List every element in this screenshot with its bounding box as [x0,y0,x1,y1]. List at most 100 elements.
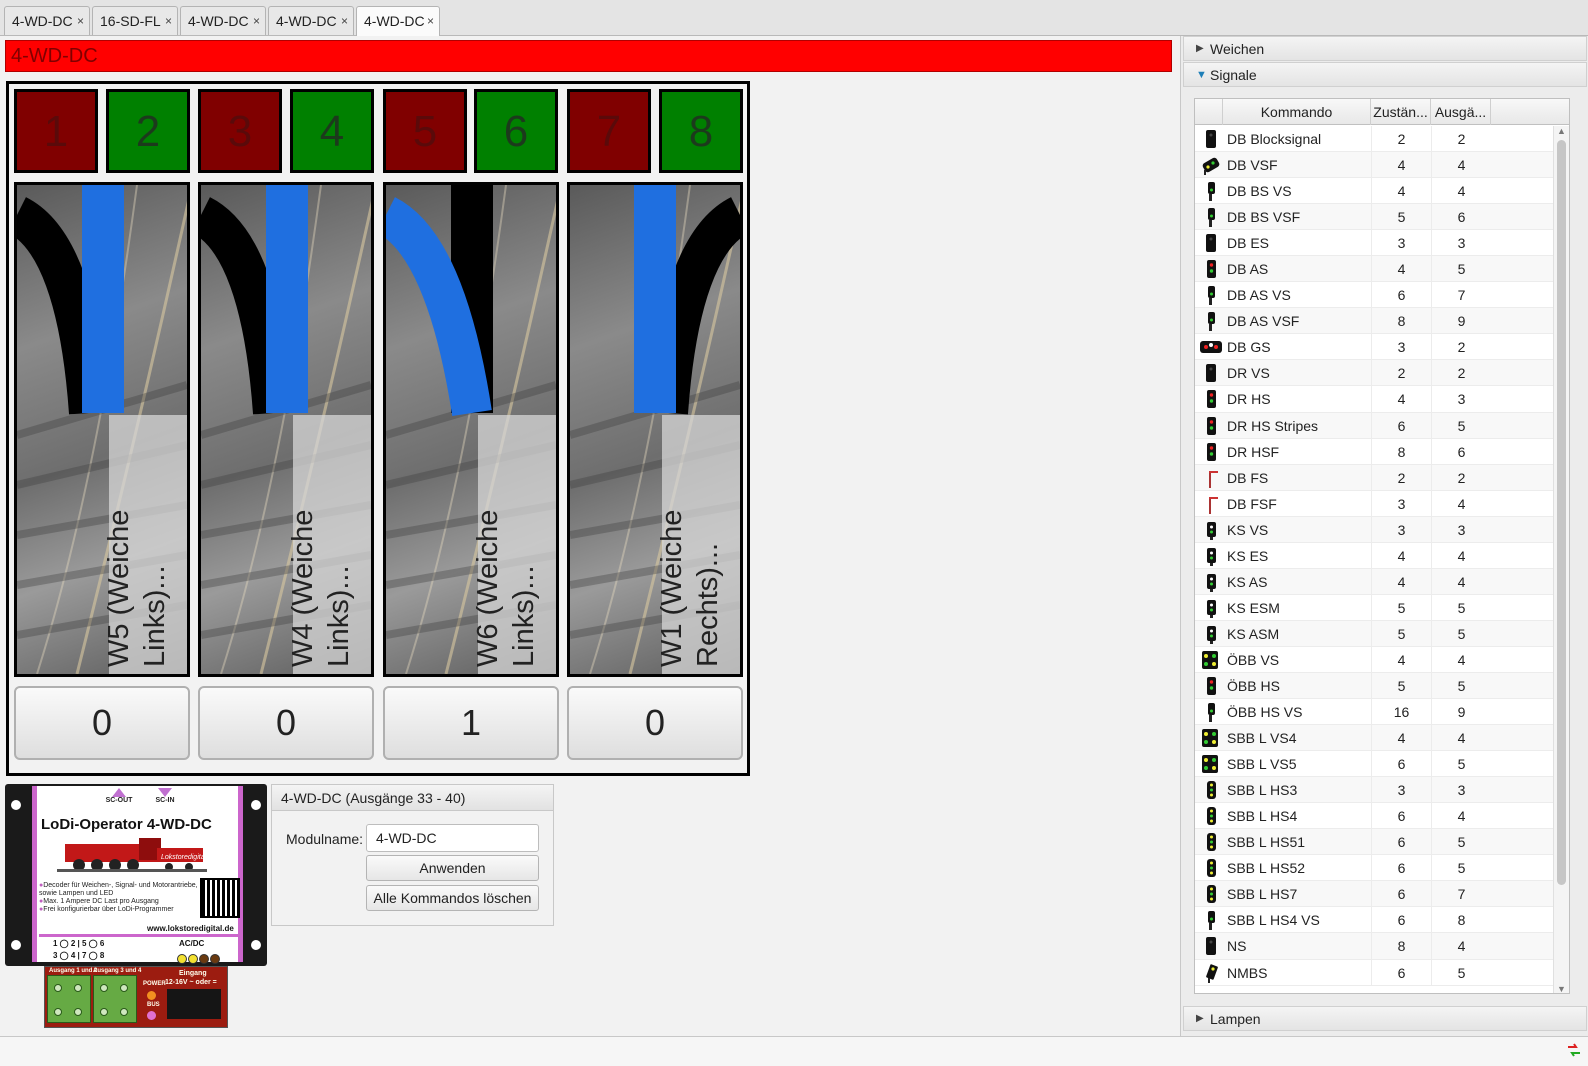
icon-column-header[interactable] [1195,99,1223,125]
table-row[interactable]: ÖBB VS 4 4 [1195,646,1553,673]
tab-16-sd-fl[interactable]: 16-SD-FL × [92,6,178,35]
route-straight-active [266,185,308,413]
table-row[interactable]: DB VSF 4 4 [1195,152,1553,179]
table-row[interactable]: KS VS 3 3 [1195,516,1553,543]
signal-sbb-icon [1207,885,1216,904]
output-status-8[interactable]: 8 [659,89,743,173]
output-status-7[interactable]: 7 [567,89,651,173]
table-row[interactable]: KS ES 4 4 [1195,542,1553,569]
sc-out-connector: SC-OUT [99,788,139,804]
table-row[interactable]: DB FS 2 2 [1195,464,1553,491]
command-name: SBB L VS5 [1227,756,1297,773]
column-zustaende[interactable]: Zustän... [1371,99,1431,125]
table-row[interactable]: DR HS 4 3 [1195,386,1553,413]
table-row[interactable]: SBB L HS4 6 4 [1195,803,1553,830]
close-icon[interactable]: × [341,7,348,35]
turnout-w4-state-button[interactable]: 0 [198,686,374,760]
route-curved [201,197,293,415]
command-states: 2 [1371,360,1431,387]
table-row[interactable]: DR VS 2 2 [1195,360,1553,387]
table-row[interactable]: SBB L VS4 4 4 [1195,725,1553,752]
turnout-w5[interactable]: W5 (Weiche Links)... [14,182,190,677]
command-name: DB BS VSF [1227,209,1301,226]
output-status-1[interactable]: 1 [14,89,98,173]
table-row[interactable]: DB Blocksignal 2 2 [1195,126,1553,153]
accordion-weichen[interactable]: ▶ Weichen [1183,36,1587,61]
scroll-down-icon[interactable]: ▼ [1557,984,1566,993]
tab-4-wd-dc-2[interactable]: 4-WD-DC × [180,6,266,35]
module-settings-panel: 4-WD-DC (Ausgänge 33 - 40) Modulname: 4-… [271,784,554,926]
table-row[interactable]: DB FSF 3 4 [1195,490,1553,517]
close-icon[interactable]: × [427,7,434,35]
table-row[interactable]: DB AS 4 5 [1195,256,1553,283]
turnout-w1[interactable]: W1 (Weiche Rechts)... [567,182,743,677]
close-icon[interactable]: × [77,7,84,35]
table-row[interactable]: DB BS VSF 5 6 [1195,204,1553,231]
signal-command-table: Kommando Zustän... Ausgä... DB Blocksign… [1194,98,1570,994]
delete-all-commands-button[interactable]: Alle Kommandos löschen [366,885,539,911]
command-states: 6 [1371,282,1431,309]
table-row[interactable]: NS 8 4 [1195,933,1553,960]
table-row[interactable]: DB AS VS 6 7 [1195,282,1553,309]
column-kommando[interactable]: Kommando [1223,99,1371,125]
table-row[interactable]: SBB L HS52 6 5 [1195,855,1553,882]
table-scrollbar[interactable]: ▲ ▼ [1553,126,1569,993]
signal-ks-icon [1207,625,1216,644]
command-outputs: 9 [1431,308,1491,335]
command-name: DR VS [1227,365,1270,382]
output-status-4[interactable]: 4 [290,89,374,173]
table-row[interactable]: DB GS 3 2 [1195,334,1553,361]
table-row[interactable]: SBB L VS5 6 5 [1195,751,1553,778]
table-row[interactable]: DR HSF 8 6 [1195,438,1553,465]
turnout-w4[interactable]: W4 (Weiche Links)... [198,182,374,677]
column-ausgaenge[interactable]: Ausgä... [1431,99,1491,125]
tab-4-wd-dc-1[interactable]: 4-WD-DC × [4,6,90,35]
scrollbar-thumb[interactable] [1557,140,1566,885]
turnout-w5-state-button[interactable]: 0 [14,686,190,760]
tab-4-wd-dc-3[interactable]: 4-WD-DC × [268,6,354,35]
signal-small-icon [1208,208,1215,228]
output-status-2[interactable]: 2 [106,89,190,173]
table-row[interactable]: SBB L HS4 VS 6 8 [1195,907,1553,934]
chevron-right-icon: ▶ [1196,43,1204,54]
table-row[interactable]: DB AS VSF 8 9 [1195,308,1553,335]
settings-header: 4-WD-DC (Ausgänge 33 - 40) [272,785,553,811]
table-row[interactable]: SBB L HS7 6 7 [1195,881,1553,908]
command-name: KS ES [1227,547,1269,564]
turnout-w6[interactable]: W6 (Weiche Links)... [383,182,559,677]
table-row[interactable]: DB ES 3 3 [1195,230,1553,257]
command-name: DB AS VSF [1227,313,1300,330]
table-row[interactable]: KS ESM 5 5 [1195,594,1553,621]
turnout-board: 1 2 3 4 5 6 7 8 W5 (Weiche Links)... W4 … [6,81,750,776]
table-row[interactable]: KS ASM 5 5 [1195,620,1553,647]
turnout-diagram [17,185,124,415]
output-status-3[interactable]: 3 [198,89,282,173]
scroll-up-icon[interactable]: ▲ [1557,126,1566,136]
accordion-signale[interactable]: ▼ Signale [1183,62,1587,87]
accordion-lampen[interactable]: ▶ Lampen [1183,1006,1587,1031]
tab-label: 4-WD-DC [12,13,73,29]
table-row[interactable]: ÖBB HS 5 5 [1195,672,1553,700]
command-states: 6 [1371,803,1431,830]
apply-button[interactable]: Anwenden [366,855,539,881]
table-row[interactable]: SBB L HS51 6 5 [1195,829,1553,856]
table-row[interactable]: SBB L HS3 3 3 [1195,777,1553,804]
close-icon[interactable]: × [165,7,172,35]
table-row[interactable]: NMBS 6 5 [1195,959,1553,986]
module-name-input[interactable]: 4-WD-DC [366,824,539,852]
tab-4-wd-dc-active[interactable]: 4-WD-DC × [356,6,440,36]
signal-red-green-icon [1207,442,1216,461]
mount-hole [11,800,21,810]
table-row[interactable]: ÖBB HS VS 16 9 [1195,699,1553,726]
table-row[interactable]: DB BS VS 4 4 [1195,178,1553,205]
output-status-5[interactable]: 5 [383,89,467,173]
output-status-6[interactable]: 6 [474,89,558,173]
turnout-w1-state-button[interactable]: 0 [567,686,743,760]
turnout-w6-state-button[interactable]: 1 [383,686,559,760]
module-image: SC-OUT SC-IN LoDi-Operator 4-WD-DC Lokst… [5,784,267,966]
table-row[interactable]: KS AS 4 4 [1195,568,1553,595]
table-row[interactable]: DR HS Stripes 6 5 [1195,412,1553,439]
command-outputs: 7 [1431,881,1491,908]
command-states: 4 [1371,386,1431,413]
close-icon[interactable]: × [253,7,260,35]
